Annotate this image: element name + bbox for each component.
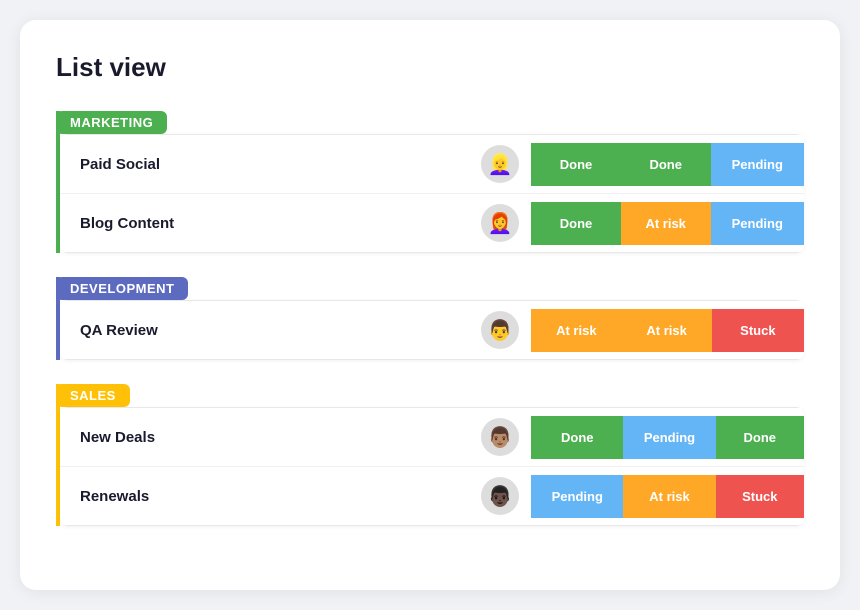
status-cell-1[interactable]: Done <box>621 135 711 194</box>
group-sales: SALESNew Deals👨🏽DonePendingDoneRenewals👨… <box>56 384 804 526</box>
status-cell-2[interactable]: Stuck <box>712 301 804 360</box>
row-name: QA Review <box>60 301 469 360</box>
table-row[interactable]: Renewals 👨🏿 PendingAt riskStuck <box>60 467 804 526</box>
status-badge: At risk <box>621 202 711 245</box>
status-badge: Pending <box>711 202 804 245</box>
row-avatar-cell: 👱‍♀️ <box>469 135 531 194</box>
group-table-container-marketing: Paid Social👱‍♀️DoneDonePendingBlog Conte… <box>60 134 804 253</box>
status-badge: Pending <box>531 475 623 518</box>
row-name: Blog Content <box>60 194 469 253</box>
row-avatar-cell: 👨🏽 <box>469 408 531 467</box>
status-badge: Pending <box>623 416 715 459</box>
group-header-development: DEVELOPMENT <box>56 277 188 300</box>
status-badge: At risk <box>623 475 715 518</box>
status-badge: Done <box>621 143 711 186</box>
groups-container: MARKETINGPaid Social👱‍♀️DoneDonePendingB… <box>56 111 804 526</box>
row-name: Renewals <box>60 467 469 526</box>
status-badge: Pending <box>711 143 804 186</box>
group-header-sales: SALES <box>56 384 130 407</box>
group-development: DEVELOPMENTQA Review👨At riskAt riskStuck <box>56 277 804 360</box>
status-cell-1[interactable]: At risk <box>623 467 715 526</box>
avatar: 👱‍♀️ <box>481 145 519 183</box>
table-row[interactable]: QA Review👨At riskAt riskStuck <box>60 301 804 360</box>
status-cell-0[interactable]: Done <box>531 135 621 194</box>
status-badge: Done <box>531 416 623 459</box>
row-avatar-cell: 👨🏿 <box>469 467 531 526</box>
row-avatar-cell: 👩‍🦰 <box>469 194 531 253</box>
status-cell-1[interactable]: Pending <box>623 408 715 467</box>
status-cell-2[interactable]: Pending <box>711 194 804 253</box>
page-title: List view <box>56 52 804 83</box>
status-badge: Stuck <box>712 309 804 352</box>
table-row[interactable]: Blog Content 👩‍🦰 DoneAt riskPending <box>60 194 804 253</box>
avatar: 👨 <box>481 311 519 349</box>
status-badge: Done <box>716 416 804 459</box>
status-cell-2[interactable]: Done <box>716 408 804 467</box>
status-badge: At risk <box>621 309 711 352</box>
table-row[interactable]: Paid Social👱‍♀️DoneDonePending <box>60 135 804 194</box>
main-card: List view MARKETINGPaid Social👱‍♀️DoneDo… <box>20 20 840 590</box>
status-cell-1[interactable]: At risk <box>621 301 711 360</box>
row-name: New Deals <box>60 408 469 467</box>
group-table-container-development: QA Review👨At riskAt riskStuck <box>60 300 804 360</box>
status-badge: Done <box>531 202 621 245</box>
group-header-marketing: MARKETING <box>56 111 167 134</box>
status-badge: At risk <box>531 309 621 352</box>
status-cell-0[interactable]: Done <box>531 194 621 253</box>
avatar: 👩‍🦰 <box>481 204 519 242</box>
status-cell-1[interactable]: At risk <box>621 194 711 253</box>
table-sales: New Deals👨🏽DonePendingDoneRenewals👨🏿Pend… <box>60 407 804 526</box>
status-cell-2[interactable]: Pending <box>711 135 804 194</box>
status-badge: Stuck <box>716 475 804 518</box>
group-table-container-sales: New Deals👨🏽DonePendingDoneRenewals👨🏿Pend… <box>60 407 804 526</box>
status-cell-0[interactable]: At risk <box>531 301 621 360</box>
row-avatar-cell: 👨 <box>469 301 531 360</box>
status-cell-2[interactable]: Stuck <box>716 467 804 526</box>
avatar: 👨🏽 <box>481 418 519 456</box>
table-marketing: Paid Social👱‍♀️DoneDonePendingBlog Conte… <box>60 134 804 253</box>
row-name: Paid Social <box>60 135 469 194</box>
status-badge: Done <box>531 143 621 186</box>
group-marketing: MARKETINGPaid Social👱‍♀️DoneDonePendingB… <box>56 111 804 253</box>
status-cell-0[interactable]: Pending <box>531 467 623 526</box>
table-row[interactable]: New Deals 👨🏽 DonePendingDone <box>60 408 804 467</box>
status-cell-0[interactable]: Done <box>531 408 623 467</box>
table-development: QA Review👨At riskAt riskStuck <box>60 300 804 360</box>
avatar: 👨🏿 <box>481 477 519 515</box>
